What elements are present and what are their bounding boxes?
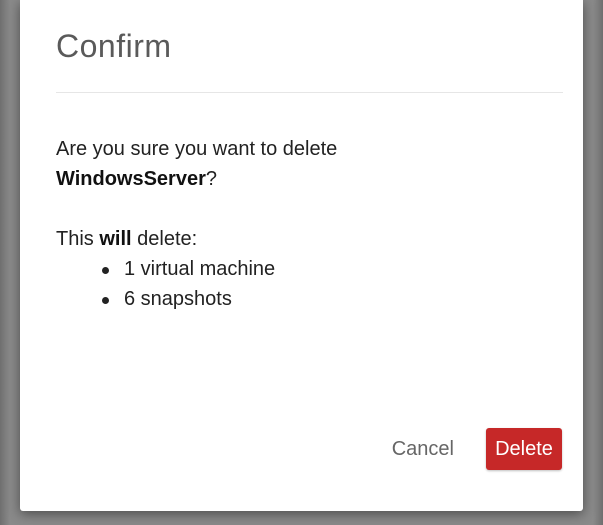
question-text: Are you sure you want to delete: [56, 138, 338, 160]
list-item: 6 snapshots: [102, 284, 556, 314]
dialog-title: Confirm: [56, 28, 172, 64]
confirm-dialog: Confirm Are you sure you want to delete …: [20, 0, 583, 511]
question-mark: ?: [205, 168, 217, 190]
deletion-list: 1 virtual machine 6 snapshots: [56, 254, 556, 314]
dialog-body: Are you sure you want to delete WindowsS…: [56, 134, 556, 314]
dialog-footer: Cancel Delete: [378, 428, 562, 470]
target-name: WindowsServer: [56, 168, 206, 190]
summary-emphasis: will: [99, 228, 132, 250]
delete-summary: This will delete:: [56, 224, 556, 254]
summary-suffix: delete:: [137, 228, 198, 250]
list-item: 1 virtual machine: [102, 254, 556, 284]
delete-button[interactable]: Delete: [486, 428, 562, 470]
cancel-button[interactable]: Cancel: [378, 430, 468, 469]
confirm-question: Are you sure you want to delete WindowsS…: [56, 134, 556, 194]
title-divider: [56, 92, 563, 93]
summary-prefix: This: [56, 228, 94, 250]
